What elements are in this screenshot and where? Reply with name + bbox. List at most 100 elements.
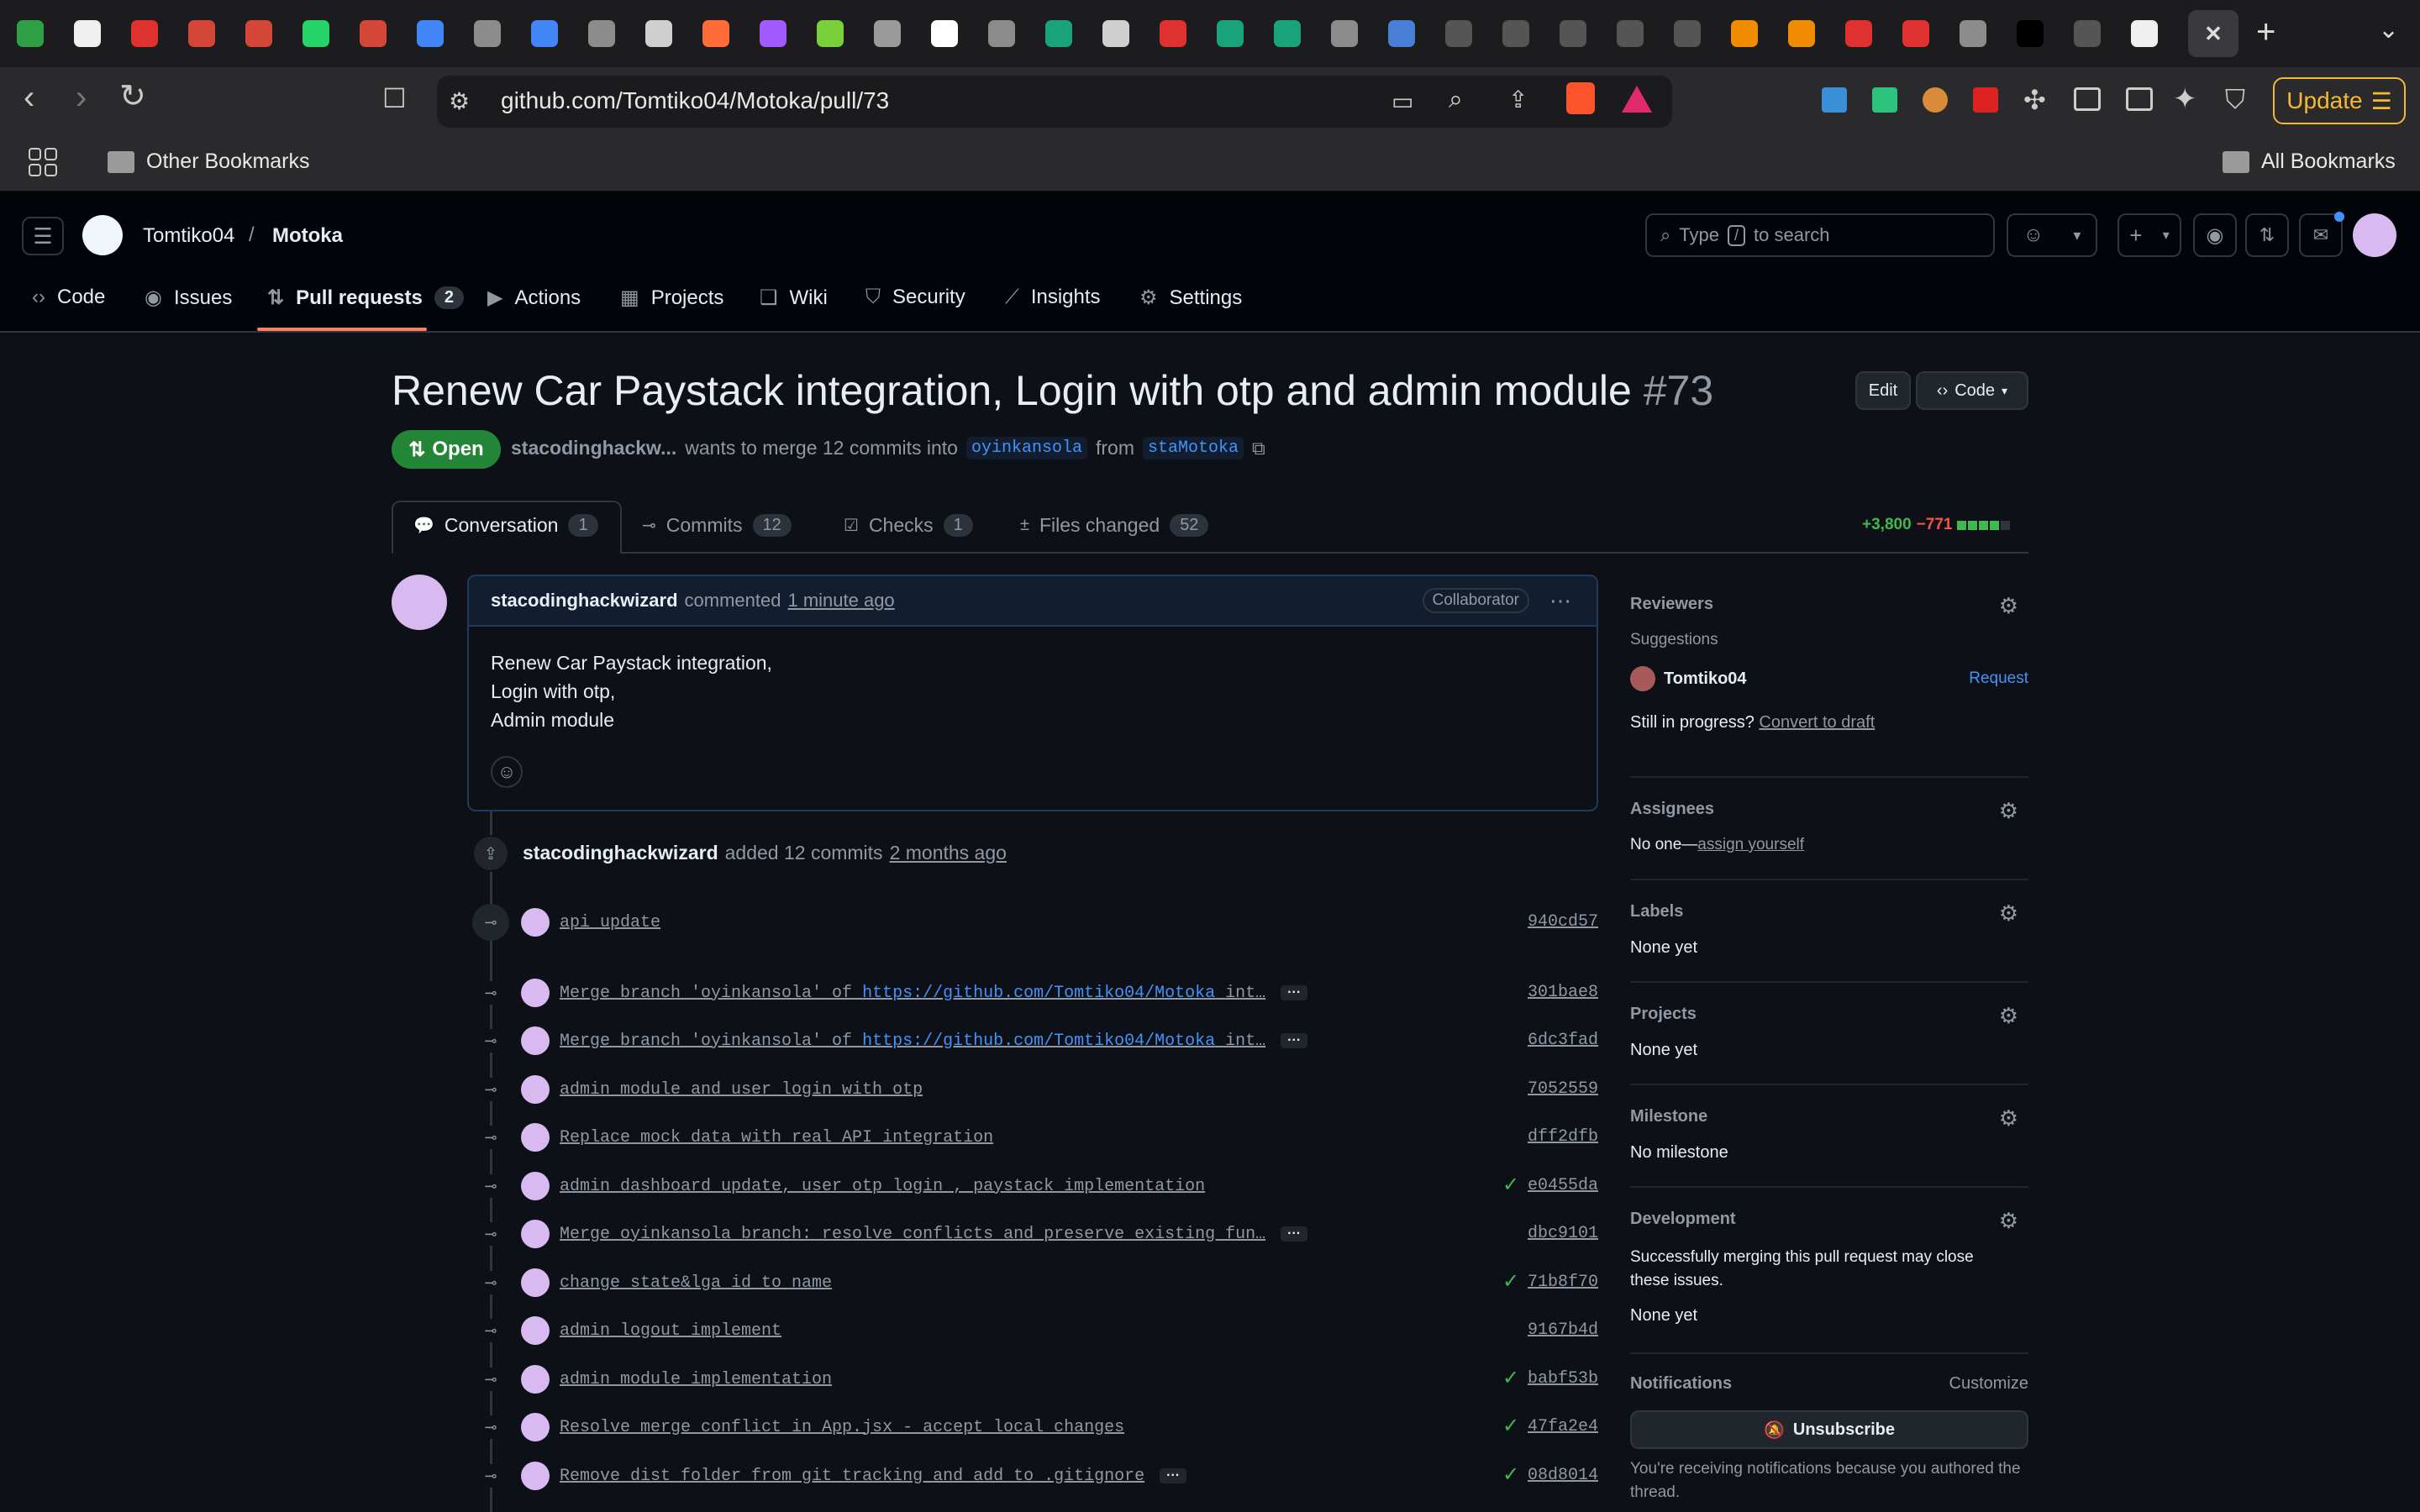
vercel-icon[interactable] [931, 20, 958, 47]
back-icon[interactable]: ‹ [24, 79, 34, 117]
assignees-title[interactable]: Assignees [1630, 800, 2028, 819]
commit-message[interactable]: admin dashboard update, user otp login ,… [560, 1177, 1205, 1196]
issues-button[interactable]: ◉ [2193, 213, 2237, 257]
pull-requests-button[interactable]: ⇅ [2245, 213, 2289, 257]
share-icon[interactable]: ⇪ [1508, 86, 1528, 113]
labels-title[interactable]: Labels [1630, 902, 2028, 921]
base-branch[interactable]: oyinkansola [965, 437, 1087, 459]
whatsapp-icon[interactable] [302, 20, 329, 47]
owner-link[interactable]: Tomtiko04 [143, 224, 234, 248]
commit-message[interactable]: Remove dist folder from git tracking and… [560, 1467, 1144, 1486]
comment-author[interactable]: stacodinghackwizard [491, 590, 678, 612]
check-icon[interactable]: ✓ [1502, 1173, 1519, 1197]
copy-icon[interactable]: ⧉ [1252, 438, 1265, 459]
app-icon[interactable] [1160, 20, 1186, 47]
tab-settings[interactable]: ⚙ Settings [1139, 286, 1242, 310]
commit-message[interactable]: api update [560, 913, 660, 932]
tab-insights[interactable]: ⟋ Insights [1005, 286, 1101, 309]
brave-rewards-icon[interactable] [1622, 86, 1652, 113]
bookmark-folder-all[interactable]: All Bookmarks [2223, 150, 2396, 174]
commit-message[interactable]: change state&lga id to name [560, 1273, 832, 1293]
gear-icon[interactable]: ⚙ [1999, 900, 2018, 927]
bird-icon[interactable] [1217, 20, 1244, 47]
development-title[interactable]: Development [1630, 1210, 2028, 1229]
hamburger-menu-button[interactable]: ☰ [22, 217, 64, 255]
expand-message-button[interactable]: ··· [1281, 1226, 1308, 1242]
postman-icon[interactable] [702, 20, 729, 47]
commit-repo-link[interactable]: https://github.com/Tomtiko04/Motoka [862, 984, 1215, 1003]
h-icon[interactable] [1560, 20, 1586, 47]
convert-to-draft-link[interactable]: Convert to draft [1759, 713, 1875, 732]
commit-message[interactable]: Merge oyinkansola branch: resolve confli… [560, 1225, 1265, 1244]
bookmark-icon[interactable]: ☐ [382, 82, 407, 114]
globe-icon[interactable] [474, 20, 501, 47]
wallet-icon[interactable] [2126, 87, 2153, 111]
package-icon[interactable] [817, 20, 844, 47]
app-icon[interactable] [1788, 20, 1815, 47]
code-dropdown-button[interactable]: ‹› Code ▾ [1916, 371, 2028, 410]
h-icon[interactable] [1445, 20, 1472, 47]
sidebar-toggle-icon[interactable] [2074, 87, 2101, 111]
tab-checks[interactable]: ☑ Checks 1 [844, 514, 973, 537]
new-tab-button[interactable]: + [2256, 13, 2275, 51]
globe-icon[interactable] [1960, 20, 1986, 47]
url-text[interactable]: github.com/Tomtiko04/Motoka/pull/73 [501, 87, 889, 114]
apps-grid-icon[interactable] [29, 148, 57, 176]
gmail-icon[interactable] [360, 20, 387, 47]
extension-icons[interactable] [1822, 87, 2032, 114]
avatar[interactable] [521, 1268, 550, 1297]
avatar[interactable] [521, 1026, 550, 1055]
docs-icon[interactable] [417, 20, 444, 47]
avatar[interactable] [521, 1316, 550, 1345]
avatar[interactable] [521, 908, 550, 937]
leo-ai-icon[interactable]: ✦ [2173, 82, 2197, 116]
commit-sha[interactable]: 7052559 [1528, 1079, 1598, 1099]
reload-icon[interactable]: ↻ [119, 77, 146, 115]
trello-icon[interactable] [874, 20, 901, 47]
comment-avatar[interactable] [392, 575, 447, 630]
update-button[interactable]: Update ☰ [2273, 77, 2406, 124]
figma-icon[interactable] [760, 20, 786, 47]
docs-icon[interactable] [531, 20, 558, 47]
repo-link[interactable]: Motoka [272, 224, 343, 248]
milestone-title[interactable]: Milestone [1630, 1107, 2028, 1126]
notion-icon[interactable] [1102, 20, 1129, 47]
commit-sha[interactable]: 9167b4d [1528, 1320, 1598, 1340]
close-icon[interactable]: ✕ [2188, 10, 2238, 57]
app-icon[interactable] [1845, 20, 1872, 47]
gear-icon[interactable]: ⚙ [1999, 1105, 2018, 1131]
commit-sha[interactable]: e0455da [1528, 1176, 1598, 1195]
bird-icon[interactable] [1274, 20, 1301, 47]
commit-message[interactable]: admin module and user login with otp [560, 1080, 923, 1100]
gear-icon[interactable]: ⚙ [1999, 1208, 2018, 1234]
author-link[interactable]: stacodinghackw... [511, 437, 676, 459]
zoom-icon[interactable]: ⌕ [1449, 86, 1463, 114]
h-icon[interactable] [2074, 20, 2101, 47]
reviewers-title[interactable]: Reviewers [1630, 595, 2028, 614]
search-input[interactable]: ⌕ Type / to search [1645, 213, 1995, 257]
commit-sha[interactable]: 940cd57 [1528, 912, 1598, 932]
tab-commits[interactable]: ⊸ Commits 12 [642, 514, 792, 537]
add-reaction-button[interactable]: ☺ [491, 756, 523, 788]
avatar[interactable] [521, 1172, 550, 1200]
bookmark-folder-other[interactable]: Other Bookmarks [108, 150, 310, 174]
avatar[interactable] [521, 1413, 550, 1441]
tab-search-chevron-icon[interactable]: ⌄ [2378, 15, 2399, 45]
app-icon[interactable] [1731, 20, 1758, 47]
meet-icon[interactable] [17, 20, 44, 47]
commit-sha[interactable]: 71b8f70 [1528, 1273, 1598, 1292]
globe-icon[interactable] [1331, 20, 1358, 47]
edit-button[interactable]: Edit [1855, 371, 1911, 410]
tab-conversation[interactable]: 💬 Conversation 1 [413, 514, 598, 537]
avatar[interactable] [521, 979, 550, 1007]
unsubscribe-button[interactable]: 🔕 Unsubscribe [1630, 1410, 2028, 1449]
tab-security[interactable]: ⛉ Security [865, 286, 965, 309]
h-icon[interactable] [1502, 20, 1529, 47]
commit-sha[interactable]: dbc9101 [1528, 1224, 1598, 1243]
puzzle-icon[interactable]: ✣ [2023, 84, 2046, 116]
commit-sha[interactable]: 301bae8 [1528, 983, 1598, 1002]
request-review-link[interactable]: Request [1969, 669, 2028, 688]
expand-message-button[interactable]: ··· [1281, 985, 1308, 1000]
tab-files-changed[interactable]: ± Files changed 52 [1020, 514, 1209, 537]
vpn-icon[interactable]: ⛉ [2225, 84, 2245, 116]
